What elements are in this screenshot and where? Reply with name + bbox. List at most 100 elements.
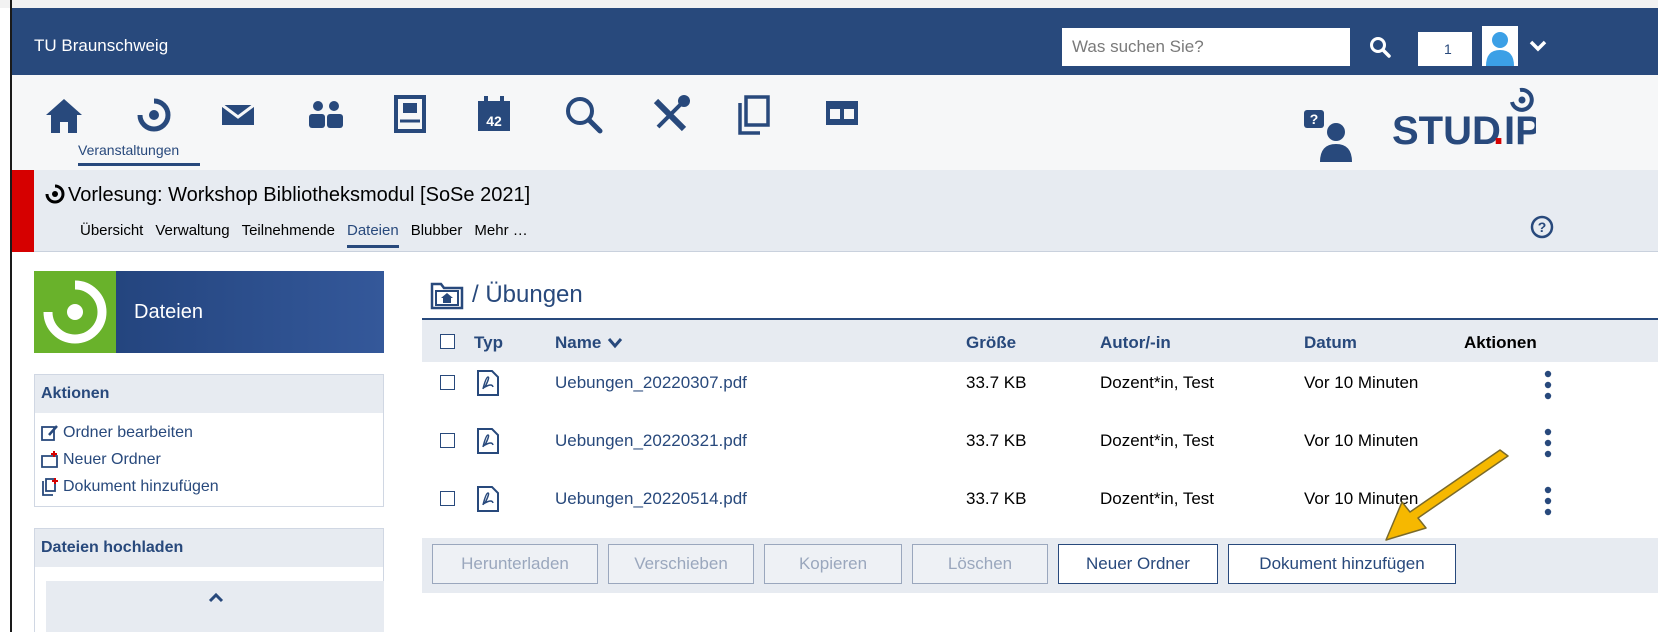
nav-active-indicator: [78, 163, 200, 166]
pdf-icon: [477, 370, 499, 396]
files-icon[interactable]: [734, 93, 774, 137]
move-button[interactable]: Verschieben: [608, 544, 754, 584]
highlight-arrow: [1385, 449, 1509, 541]
chevron-down-icon[interactable]: [1528, 36, 1548, 56]
column-author[interactable]: Autor/-in: [1100, 333, 1171, 353]
download-button[interactable]: Herunterladen: [432, 544, 598, 584]
course-tabs: Übersicht Verwaltung Teilnehmende Dateie…: [80, 222, 540, 248]
brand-label[interactable]: TU Braunschweig: [34, 36, 168, 56]
courses-icon[interactable]: [132, 93, 176, 137]
add-document-icon: [42, 477, 58, 496]
more-actions-icon[interactable]: [1544, 369, 1552, 403]
sidebar-item-label: Neuer Ordner: [63, 450, 161, 468]
more-actions-icon[interactable]: [1544, 485, 1552, 519]
oer-icon[interactable]: [820, 93, 864, 137]
svg-text:.: .: [1493, 109, 1504, 153]
more-actions-icon[interactable]: [1544, 427, 1552, 461]
folder-home-icon[interactable]: [430, 280, 464, 310]
sidebar-actions-header: Aktionen: [35, 375, 383, 413]
sidebar-actions: Aktionen Ordner bearbeiten Neuer Ordner …: [34, 374, 384, 507]
file-size: 33.7 KB: [966, 431, 1027, 450]
sidebar-item-label: Dokument hinzufügen: [63, 477, 219, 495]
search-button[interactable]: [1360, 28, 1400, 66]
course-color-bar: [12, 170, 34, 252]
upload-dropzone[interactable]: [46, 581, 384, 632]
sidebar-upload-header: Dateien hochladen: [35, 529, 383, 567]
tools-icon[interactable]: [648, 93, 692, 137]
svg-text:STUD: STUD: [1392, 109, 1501, 153]
calendar-icon[interactable]: 42: [472, 93, 516, 137]
table-row[interactable]: Uebungen_20220307.pdf 33.7 KB Dozent*in,…: [422, 363, 1658, 421]
tab-administration[interactable]: Verwaltung: [155, 222, 229, 248]
file-author: Dozent*in, Test: [1100, 489, 1215, 508]
community-icon[interactable]: [304, 93, 348, 137]
column-size[interactable]: Größe: [966, 333, 1016, 353]
select-all-checkbox[interactable]: [440, 334, 455, 349]
tab-files[interactable]: Dateien: [346, 222, 399, 248]
column-name[interactable]: Name: [555, 333, 623, 353]
tab-participants[interactable]: Teilnehmende: [242, 222, 335, 248]
notification-counter[interactable]: 1: [1418, 32, 1472, 66]
help-center-icon[interactable]: ?: [1302, 108, 1354, 162]
top-bar: TU Braunschweig 1: [12, 8, 1658, 75]
studip-swirl-icon: [43, 280, 107, 344]
file-author: Dozent*in, Test: [1100, 373, 1215, 392]
file-date: Vor 10 Minuten: [1304, 373, 1419, 392]
sidebar-item-edit-folder[interactable]: Ordner bearbeiten: [35, 419, 383, 446]
delete-button[interactable]: Löschen: [912, 544, 1048, 584]
table-header: Typ Name Größe Autor/-in Datum Aktionen: [422, 318, 1658, 362]
studip-logo[interactable]: STUD . IP: [1386, 84, 1536, 156]
app-frame: TU Braunschweig 1 42 Veranstaltungen ? S…: [0, 0, 1658, 632]
breadcrumb: / Übungen: [430, 280, 583, 310]
svg-text:IP: IP: [1504, 109, 1536, 153]
help-icon[interactable]: ?: [1530, 215, 1554, 239]
row-checkbox[interactable]: [440, 375, 455, 390]
sidebar-item-label: Ordner bearbeiten: [63, 423, 193, 441]
edit-folder-icon: [41, 424, 58, 441]
sidebar-title: Dateien: [134, 301, 203, 323]
course-icon: [45, 184, 65, 204]
new-folder-button[interactable]: Neuer Ordner: [1058, 544, 1218, 584]
search-nav-icon[interactable]: [562, 93, 606, 137]
file-size: 33.7 KB: [966, 489, 1027, 508]
sidebar-item-new-folder[interactable]: Neuer Ordner: [35, 446, 383, 473]
course-title: Vorlesung: Workshop Bibliotheksmodul [So…: [68, 184, 531, 206]
sidebar-header: Dateien: [34, 271, 384, 353]
column-actions: Aktionen: [1464, 333, 1537, 352]
file-name-link[interactable]: Uebungen_20220307.pdf: [555, 373, 747, 393]
svg-text:?: ?: [1310, 111, 1319, 127]
file-name-link[interactable]: Uebungen_20220321.pdf: [555, 431, 747, 451]
sort-chevron-icon: [608, 338, 623, 349]
row-checkbox[interactable]: [440, 433, 455, 448]
new-folder-icon: [41, 450, 58, 468]
pdf-icon: [477, 428, 499, 454]
row-checkbox[interactable]: [440, 491, 455, 506]
profile-icon[interactable]: [390, 93, 430, 137]
tab-overview[interactable]: Übersicht: [80, 222, 143, 248]
sidebar-item-add-document[interactable]: Dokument hinzufügen: [35, 473, 383, 500]
column-type[interactable]: Typ: [474, 333, 503, 353]
add-document-button[interactable]: Dokument hinzufügen: [1228, 544, 1456, 584]
column-date[interactable]: Datum: [1304, 333, 1357, 353]
file-size: 33.7 KB: [966, 373, 1027, 392]
sidebar-logo-box: [34, 271, 116, 353]
upload-arrow-icon: [208, 592, 224, 603]
search-input[interactable]: [1062, 28, 1350, 66]
browser-strip: [0, 0, 1658, 8]
copy-button[interactable]: Kopieren: [764, 544, 902, 584]
search-icon: [1370, 37, 1391, 58]
messages-icon[interactable]: [218, 93, 258, 137]
nav-active-label[interactable]: Veranstaltungen: [78, 142, 179, 158]
breadcrumb-path: / Übungen: [472, 281, 583, 308]
tab-more[interactable]: Mehr …: [474, 222, 527, 248]
pdf-icon: [477, 486, 499, 512]
file-author: Dozent*in, Test: [1100, 431, 1215, 450]
tab-blubber[interactable]: Blubber: [411, 222, 463, 248]
user-avatar-icon: [1482, 26, 1518, 66]
avatar[interactable]: [1482, 26, 1518, 66]
file-name-link[interactable]: Uebungen_20220514.pdf: [555, 489, 747, 509]
svg-text:42: 42: [486, 113, 502, 129]
home-icon[interactable]: [42, 93, 86, 137]
svg-text:?: ?: [1538, 219, 1547, 235]
column-name-label: Name: [555, 333, 602, 352]
